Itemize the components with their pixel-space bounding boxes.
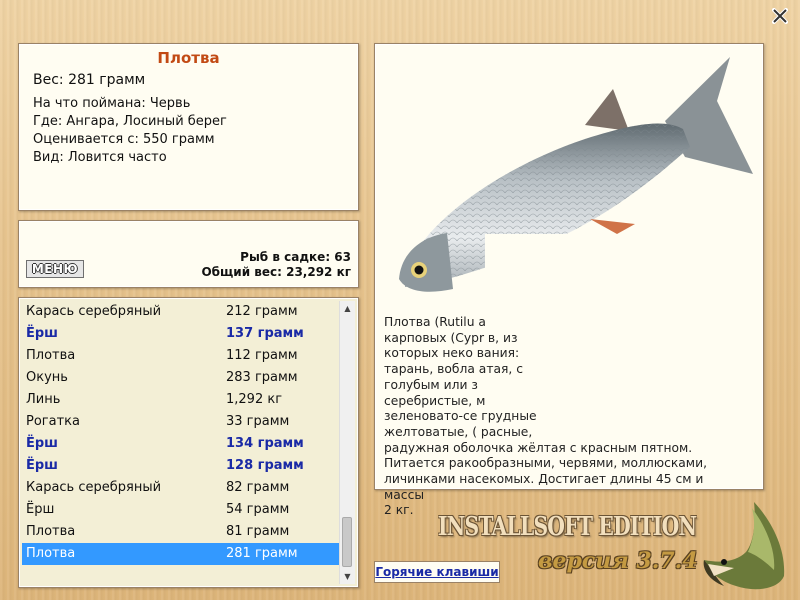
list-item-name: Ёрш [26,458,58,473]
list-item-weight: 281 грамм [226,546,298,561]
description-line: карповых (Cypr в, из [384,330,518,345]
list-item-name: Ёрш [26,436,58,451]
description-line: желтоватые, ( расные, [384,424,533,439]
edition-title: INSTALLSOFT EDITION [438,512,697,542]
description-line: серебристые, м [384,393,486,408]
fish-details: На что поймана: Червь Где: Ангара, Лосин… [33,95,227,167]
catch-stats: Рыб в садке: 63 Общий вес: 23,292 кг [201,250,351,280]
list-item[interactable]: Плотва 112 грамм [22,345,340,367]
fish-picture-panel: Плотва (Rutilu а карповых (Cypr в, из ко… [374,43,764,517]
caught-on: На что поймана: Червь [33,96,191,111]
caught-where: Где: Ангара, Лосиный берег [33,114,227,129]
list-item[interactable]: Ёрш 134 грамм [22,433,340,455]
description-line: тарань, вобла атая, с [384,362,524,377]
list-item-weight: 82 грамм [226,480,290,495]
list-item[interactable]: Ёрш 128 грамм [22,455,340,477]
fish-info-panel: Плотва Вес: 281 грамм На что поймана: Че… [18,43,359,211]
list-item-name: Окунь [26,370,68,385]
list-item-name: Линь [26,392,61,407]
list-item-weight: 81 грамм [226,524,290,539]
scroll-down-icon[interactable]: ▼ [340,569,355,584]
description-line: Питается ракообразными, червями, моллюск… [384,456,707,471]
list-item-weight: 128 грамм [226,458,304,473]
close-icon[interactable] [771,7,789,25]
valued-from: Оценивается с: 550 грамм [33,132,215,147]
list-item-name: Карась серебряный [26,480,162,495]
description-line: радужная оболочка жёлтая с красным пятно… [384,440,693,455]
list-item-name: Ёрш [26,326,58,341]
fish-weight: Вес: 281 грамм [33,72,146,88]
catch-list[interactable]: Карась серебряный 212 грамм Ёрш 137 грамм Пл… [18,297,359,588]
list-item-weight: 212 грамм [226,304,298,319]
version-label: версия 3.7.4 [538,548,698,574]
pike-fish-icon [703,502,785,590]
list-item-name: Плотва [26,348,76,363]
catch-summary-panel: МЕНЮ Рыб в садке: 63 Общий вес: 23,292 к… [18,220,359,288]
list-item-weight: 33 грамм [226,414,290,429]
list-item-weight: 283 грамм [226,370,298,385]
list-item[interactable]: Рогатка 33 грамм [22,411,340,433]
scroll-up-icon[interactable]: ▲ [340,301,355,316]
description-line: зеленовато-се грудные [384,409,537,424]
description-line: которых неко вания: [384,346,520,361]
list-item-name: Плотва [26,524,76,539]
list-item-name: Рогатка [26,414,80,429]
fish-description: Плотва (Rutilu а карповых (Cypr в, из ко… [384,315,744,519]
frequency: Вид: Ловится часто [33,150,167,165]
list-item-name: Карась серебряный [26,304,162,319]
list-item[interactable]: Окунь 283 грамм [22,367,340,389]
list-item-name: Ёрш [26,502,55,517]
list-scrollbar[interactable]: ▲ ▼ [339,301,355,584]
description-line: личинками насекомых. Достигает длины 45 … [384,472,704,502]
list-item[interactable]: Карась серебряный 212 грамм [22,301,340,323]
description-line: Плотва (Rutilu а [384,315,486,329]
list-item[interactable]: Ёрш 137 грамм [22,323,340,345]
list-item[interactable]: Карась серебряный 82 грамм [22,477,340,499]
brand-logo: INSTALLSOFT EDITION версия 3.7.4 [438,508,698,588]
list-item-weight: 54 грамм [226,502,290,517]
description-line: голубым или з [384,377,478,392]
fish-name-title: Плотва [157,49,220,67]
list-item-weight: 134 грамм [226,436,304,451]
list-item[interactable]: Линь 1,292 кг [22,389,340,411]
list-item-name: Плотва [26,546,76,561]
fish-count: Рыб в садке: 63 [240,250,351,264]
list-item[interactable]: Ёрш 54 грамм [22,499,340,521]
roach-fish-image [399,57,755,309]
list-item-weight: 1,292 кг [226,392,283,407]
list-item[interactable]: Плотва 81 грамм [22,521,340,543]
list-item-weight: 137 грамм [226,326,304,341]
list-item-weight: 112 грамм [226,348,298,363]
total-weight: Общий вес: 23,292 кг [201,265,351,279]
menu-button[interactable]: МЕНЮ [26,260,84,278]
list-item[interactable]: Плотва 281 грамм [22,543,340,565]
scroll-thumb[interactable] [342,517,352,567]
